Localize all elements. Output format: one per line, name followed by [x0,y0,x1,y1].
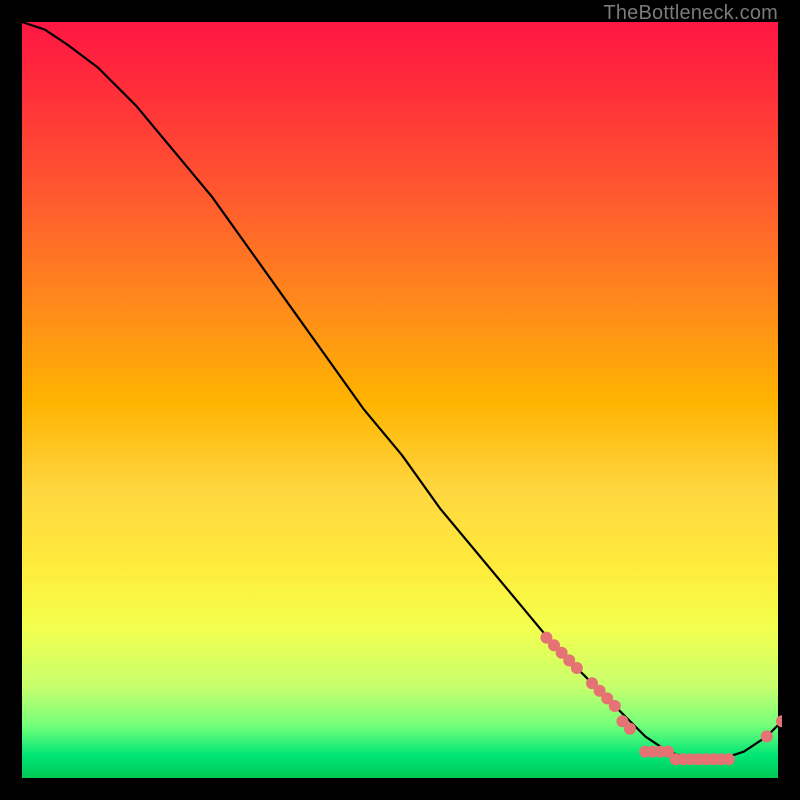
marker-point [685,753,697,765]
bottleneck-curve [22,22,782,759]
marker-point [624,723,636,735]
marker-point [647,746,659,758]
marker-point [556,647,568,659]
marker-point [548,639,560,651]
plot-area [20,20,780,780]
marker-point [692,753,704,765]
marker-point [609,700,621,712]
curve-layer [22,22,782,759]
marker-point [677,753,689,765]
chart-container: TheBottleneck.com [0,0,800,800]
marker-layer [540,632,782,766]
chart-svg [22,22,782,782]
marker-point [563,654,575,666]
marker-point [586,677,598,689]
marker-point [594,685,606,697]
marker-point [776,715,782,727]
marker-point [540,632,552,644]
marker-point [639,746,651,758]
marker-point [670,753,682,765]
marker-point [616,715,628,727]
marker-point [700,753,712,765]
marker-point [715,753,727,765]
marker-point [662,746,674,758]
marker-point [723,753,735,765]
marker-point [708,753,720,765]
marker-point [571,662,583,674]
marker-point [601,692,613,704]
marker-point [761,730,773,742]
marker-point [654,746,666,758]
